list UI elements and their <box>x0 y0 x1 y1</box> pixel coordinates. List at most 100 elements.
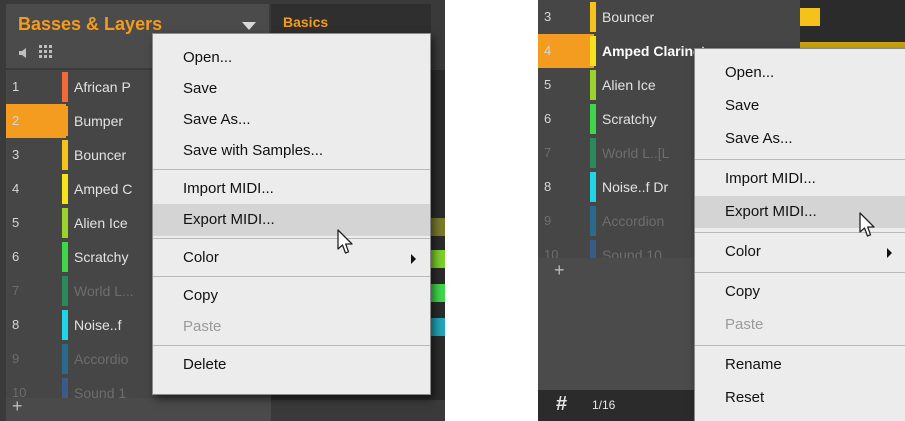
slot-number: 5 <box>544 77 552 92</box>
color-tag <box>590 206 596 236</box>
menu-item-label: Paste <box>725 316 764 333</box>
slot-number: 3 <box>12 147 20 162</box>
slot-number: 6 <box>544 111 552 126</box>
sound-name: Scratchy <box>602 111 657 127</box>
menu-item-label: Import MIDI... <box>725 170 816 187</box>
section-tab-label: Basics <box>283 14 329 30</box>
sound-name: Bouncer <box>74 147 127 163</box>
slot-number: 4 <box>538 34 594 68</box>
slot-number: 3 <box>544 9 552 24</box>
menu-item-label: Color <box>725 243 761 260</box>
pattern-event[interactable] <box>431 318 445 336</box>
menu-item-color[interactable]: Color <box>153 242 430 274</box>
context-menu: Open... Save Save As... Save with Samples..… <box>152 33 431 395</box>
sound-name: Accordion <box>602 213 665 229</box>
pattern-event[interactable] <box>431 250 445 268</box>
menu-item-copy[interactable]: Copy <box>153 280 430 312</box>
menu-item-open[interactable]: Open... <box>153 42 430 74</box>
grid-icon[interactable] <box>39 45 53 59</box>
menu-item-label: Save As... <box>183 111 251 128</box>
color-tag <box>62 140 68 170</box>
step-size-label[interactable]: 1/16 <box>592 398 615 412</box>
menu-item-copy[interactable]: Copy <box>695 276 905 308</box>
menu-item-open[interactable]: Open... <box>695 57 905 89</box>
sound-name: African P <box>74 79 131 95</box>
menu-item-paste: Paste <box>153 311 430 343</box>
mouse-pointer-icon <box>337 229 353 254</box>
menu-item-export-midi[interactable]: Export MIDI... <box>153 204 430 236</box>
menu-item-save-with-samples[interactable]: Save with Samples... <box>153 135 430 167</box>
color-tag <box>62 310 68 340</box>
slot-number: 2 <box>6 104 66 138</box>
sound-name: Alien Ice <box>74 215 128 231</box>
sound-name: Bouncer <box>602 9 655 25</box>
menu-separator <box>695 345 905 346</box>
slot-number: 6 <box>12 249 20 264</box>
menu-item-label: Save <box>725 97 760 114</box>
menu-item-label: Open... <box>725 64 775 81</box>
menu-item-label: Color <box>183 249 219 266</box>
left-sound-list-panel: Basses & Layers Basics 1 African P 2 Bumper… <box>0 0 445 421</box>
grid-quantize-icon[interactable]: # <box>556 393 567 416</box>
slot-number: 4 <box>12 181 20 196</box>
menu-item-label: Delete <box>183 356 227 373</box>
submenu-arrow-icon <box>411 254 416 264</box>
add-sound-button[interactable]: + <box>554 260 565 281</box>
sound-name: Amped Clarinet <box>602 43 706 59</box>
sound-name: Alien Ice <box>602 77 656 93</box>
menu-item-save[interactable]: Save <box>153 73 430 105</box>
menu-separator <box>695 159 905 160</box>
color-tag <box>62 208 68 238</box>
menu-separator <box>695 272 905 273</box>
color-tag <box>590 172 596 202</box>
menu-item-label: Rename <box>725 356 782 373</box>
menu-item-import-midi[interactable]: Import MIDI... <box>695 163 905 195</box>
menu-item-label: Copy <box>725 283 761 300</box>
mouse-pointer-icon <box>859 212 875 237</box>
pattern-event[interactable] <box>800 8 820 26</box>
menu-item-label: Import MIDI... <box>183 180 274 197</box>
slot-number: 1 <box>12 79 20 94</box>
menu-item-rename[interactable]: Rename <box>695 349 905 381</box>
menu-item-label: Save with Samples... <box>183 142 324 159</box>
color-tag <box>62 174 68 204</box>
sound-name: World L..[L <box>602 145 670 161</box>
color-tag <box>62 106 68 136</box>
menu-item-label: Copy <box>183 287 219 304</box>
menu-item-save-as[interactable]: Save As... <box>153 104 430 136</box>
color-tag <box>590 104 596 134</box>
color-tag <box>62 276 68 306</box>
sound-name: Bumper <box>74 113 124 129</box>
menu-item-delete[interactable]: Delete <box>153 349 430 381</box>
menu-item-label: Reset <box>725 389 765 406</box>
color-tag <box>62 242 68 272</box>
menu-item-label: Export MIDI... <box>183 211 275 228</box>
menu-item-label: Open... <box>183 49 233 66</box>
slot-number: 7 <box>544 145 552 160</box>
submenu-arrow-icon <box>887 248 892 258</box>
sound-slot-row[interactable]: 3 Bouncer <box>538 0 800 36</box>
pattern-event[interactable] <box>431 218 445 236</box>
menu-item-save[interactable]: Save <box>695 90 905 122</box>
color-tag <box>62 72 68 102</box>
sound-name: Scratchy <box>74 249 129 265</box>
menu-item-reset[interactable]: Reset <box>695 382 905 414</box>
color-tag <box>590 138 596 168</box>
menu-separator <box>153 276 430 277</box>
list-footer: + <box>6 396 271 421</box>
slot-number: 8 <box>544 179 552 194</box>
color-tag <box>590 70 596 100</box>
chevron-down-icon[interactable] <box>242 22 256 30</box>
slot-number: 7 <box>12 283 20 298</box>
menu-item-save-as[interactable]: Save As... <box>695 123 905 155</box>
color-tag <box>590 2 596 32</box>
pattern-event[interactable] <box>431 284 445 302</box>
color-tag <box>590 36 596 66</box>
menu-item-import-midi[interactable]: Import MIDI... <box>153 173 430 205</box>
add-sound-button[interactable]: + <box>12 396 23 417</box>
slot-number: 8 <box>12 317 20 332</box>
menu-item-color[interactable]: Color <box>695 236 905 268</box>
menu-item-paste: Paste <box>695 309 905 341</box>
speaker-icon[interactable] <box>18 47 30 59</box>
sound-name: World L... <box>74 283 134 299</box>
